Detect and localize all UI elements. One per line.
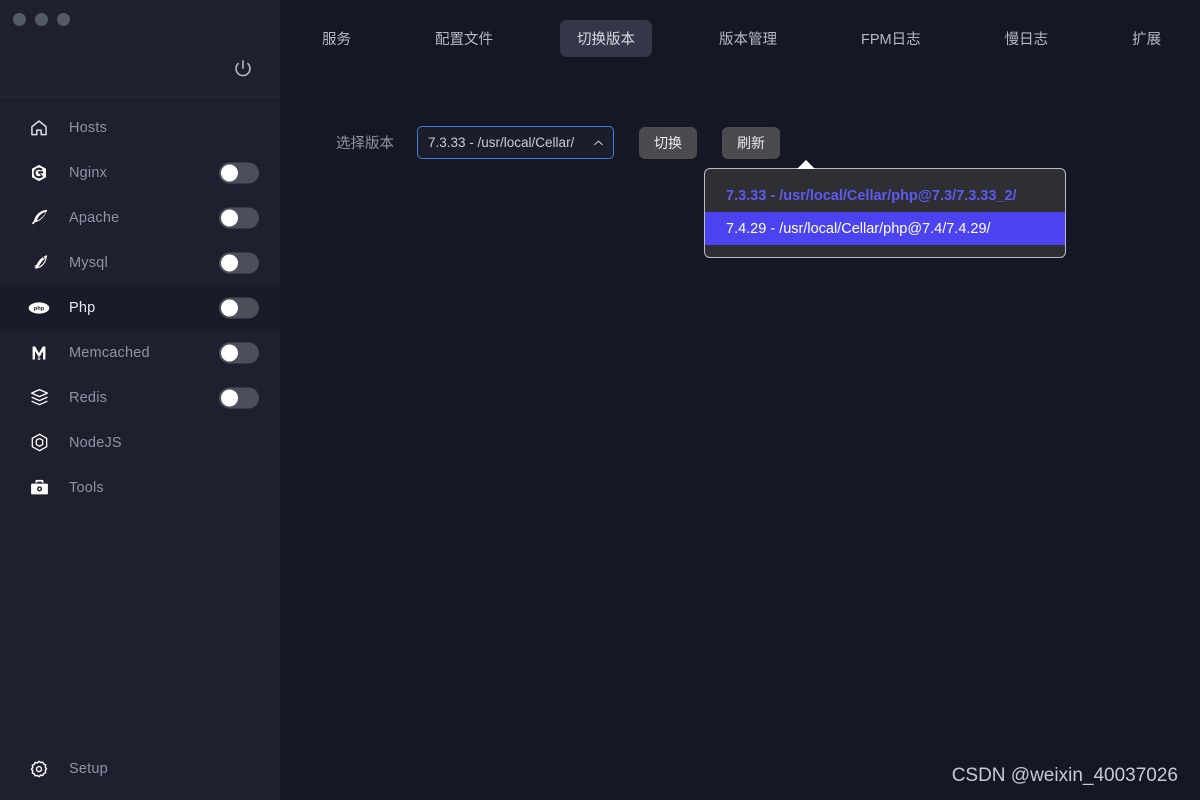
memcached-m-icon bbox=[28, 342, 50, 364]
toggle-knob bbox=[221, 299, 238, 316]
mysql-toggle[interactable] bbox=[219, 252, 259, 273]
home-icon bbox=[28, 117, 50, 139]
version-selector-row: 选择版本 7.3.33 - /usr/local/Cellar/ 切换 刷新 bbox=[336, 126, 780, 159]
redis-stack-icon bbox=[28, 387, 50, 409]
version-dropdown-menu: 7.3.33 - /usr/local/Cellar/php@7.3/7.3.3… bbox=[704, 168, 1066, 258]
tab-switch-version[interactable]: 切换版本 bbox=[560, 20, 652, 57]
close-button[interactable] bbox=[13, 13, 26, 26]
sidebar-item-label: Redis bbox=[69, 390, 107, 406]
app-window: Hosts Nginx Apache bbox=[0, 0, 1200, 800]
sidebar-item-label: Memcached bbox=[69, 345, 150, 361]
sidebar-item-label: Php bbox=[69, 300, 95, 316]
nginx-g-icon bbox=[28, 162, 50, 184]
maximize-button[interactable] bbox=[57, 13, 70, 26]
sidebar-nav: Hosts Nginx Apache bbox=[0, 97, 280, 738]
tab-config-files[interactable]: 配置文件 bbox=[418, 20, 510, 57]
sidebar-header bbox=[0, 0, 280, 97]
nodejs-hex-icon bbox=[28, 432, 50, 454]
tab-slow-log[interactable]: 慢日志 bbox=[988, 20, 1066, 57]
minimize-button[interactable] bbox=[35, 13, 48, 26]
redis-toggle[interactable] bbox=[219, 387, 259, 408]
tab-fpm-log[interactable]: FPM日志 bbox=[844, 20, 938, 57]
sidebar-item-label: NodeJS bbox=[69, 435, 122, 451]
php-icon: php bbox=[28, 297, 50, 319]
tab-services[interactable]: 服务 bbox=[305, 20, 368, 57]
feather-icon bbox=[28, 207, 50, 229]
toolbox-icon bbox=[28, 477, 50, 499]
toggle-knob bbox=[221, 209, 238, 226]
toggle-knob bbox=[221, 164, 238, 181]
dropdown-option-7-4-29[interactable]: 7.4.29 - /usr/local/Cellar/php@7.4/7.4.2… bbox=[705, 212, 1065, 245]
sidebar-item-apache[interactable]: Apache bbox=[0, 195, 280, 240]
sidebar-item-nodejs[interactable]: NodeJS bbox=[0, 420, 280, 465]
tab-version-manage[interactable]: 版本管理 bbox=[702, 20, 794, 57]
sidebar-item-label: Tools bbox=[69, 480, 104, 496]
sidebar-item-nginx[interactable]: Nginx bbox=[0, 150, 280, 195]
tab-bar: 服务 配置文件 切换版本 版本管理 FPM日志 慢日志 扩展 bbox=[280, 0, 1200, 57]
sidebar-item-hosts[interactable]: Hosts bbox=[0, 105, 280, 150]
refresh-button[interactable]: 刷新 bbox=[722, 127, 780, 159]
tab-extensions[interactable]: 扩展 bbox=[1115, 20, 1178, 57]
toggle-knob bbox=[221, 254, 238, 271]
dropdown-option-7-3-33[interactable]: 7.3.33 - /usr/local/Cellar/php@7.3/7.3.3… bbox=[705, 179, 1065, 212]
switch-button[interactable]: 切换 bbox=[639, 127, 697, 159]
sidebar-item-label: Mysql bbox=[69, 255, 108, 271]
sidebar-item-memcached[interactable]: Memcached bbox=[0, 330, 280, 375]
main-content: 服务 配置文件 切换版本 版本管理 FPM日志 慢日志 扩展 选择版本 7.3.… bbox=[280, 0, 1200, 800]
memcached-toggle[interactable] bbox=[219, 342, 259, 363]
sidebar-item-label: Setup bbox=[69, 761, 108, 777]
sidebar: Hosts Nginx Apache bbox=[0, 0, 280, 800]
watermark: CSDN @weixin_40037026 bbox=[952, 765, 1178, 787]
version-select[interactable]: 7.3.33 - /usr/local/Cellar/ bbox=[417, 126, 614, 159]
dolphin-icon bbox=[28, 252, 50, 274]
sidebar-item-setup[interactable]: Setup bbox=[0, 738, 280, 800]
gear-icon bbox=[28, 758, 50, 780]
sidebar-item-redis[interactable]: Redis bbox=[0, 375, 280, 420]
power-icon[interactable] bbox=[232, 58, 254, 80]
select-version-label: 选择版本 bbox=[336, 132, 394, 153]
window-traffic-lights bbox=[13, 13, 70, 26]
toggle-knob bbox=[221, 344, 238, 361]
sidebar-item-label: Apache bbox=[69, 210, 119, 226]
toggle-knob bbox=[221, 389, 238, 406]
sidebar-item-label: Nginx bbox=[69, 165, 107, 181]
nginx-toggle[interactable] bbox=[219, 162, 259, 183]
svg-text:php: php bbox=[34, 306, 45, 312]
version-select-value: 7.3.33 - /usr/local/Cellar/ bbox=[428, 135, 574, 150]
sidebar-item-tools[interactable]: Tools bbox=[0, 465, 280, 510]
chevron-up-icon bbox=[592, 136, 605, 149]
apache-toggle[interactable] bbox=[219, 207, 259, 228]
sidebar-item-mysql[interactable]: Mysql bbox=[0, 240, 280, 285]
dropdown-caret-icon bbox=[797, 160, 815, 169]
sidebar-item-label: Hosts bbox=[69, 120, 107, 136]
php-toggle[interactable] bbox=[219, 297, 259, 318]
sidebar-item-php[interactable]: php Php bbox=[0, 285, 280, 330]
